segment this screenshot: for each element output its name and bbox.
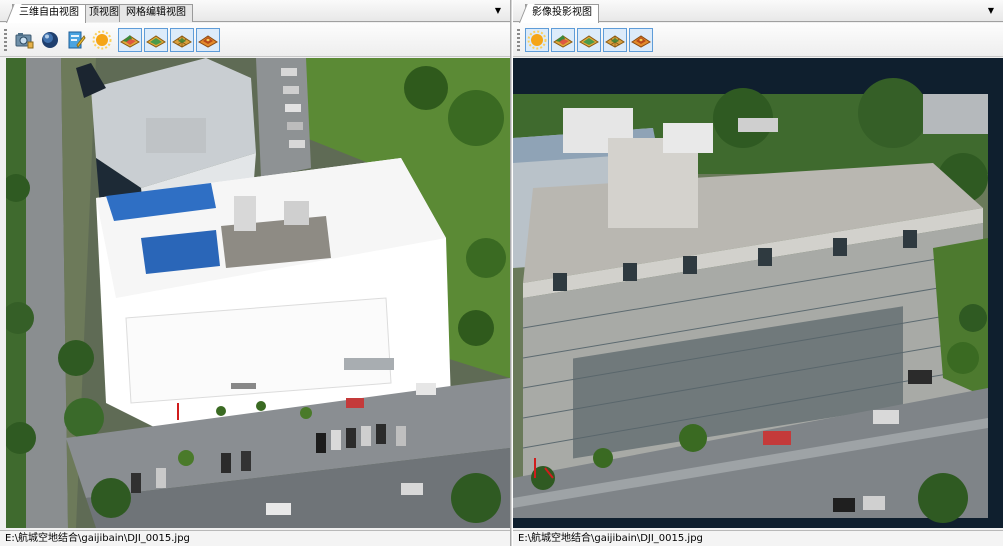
caret-down-icon[interactable]: ▼ — [985, 5, 997, 17]
tab-label: 网格编辑视图 — [126, 7, 186, 18]
3d-viewport[interactable] — [6, 58, 510, 528]
sun-light-icon[interactable] — [90, 28, 114, 52]
projection-viewport[interactable] — [513, 58, 1003, 528]
tab-mesh-edit-view[interactable]: 网格编辑视图 — [119, 4, 193, 22]
tab-3d-free-view[interactable]: 三维自由视图 — [6, 4, 86, 23]
terrain-mesh-icon[interactable] — [170, 28, 194, 52]
terrain-mesh-icon[interactable] — [603, 28, 627, 52]
edit-document-icon[interactable] — [64, 28, 88, 52]
toolbar-grip[interactable] — [517, 29, 520, 51]
3d-model-scene — [6, 58, 510, 528]
tab-label: 影像投影视图 — [532, 7, 592, 18]
toolbar-grip[interactable] — [4, 29, 7, 51]
terrain-textured-icon[interactable] — [629, 28, 653, 52]
left-tabstrip: 三维自由视图 顶视图 网格编辑视图 ▼ — [0, 0, 510, 23]
right-status-path: E:\航城空地结合\gaijibain\DJI_0015.jpg — [513, 530, 1003, 546]
right-tabstrip: 影像投影视图 ▼ — [513, 0, 1003, 23]
right-toolbar — [513, 23, 1003, 57]
globe-icon[interactable] — [38, 28, 62, 52]
tab-label: 顶视图 — [89, 7, 119, 18]
left-status-path: E:\航城空地结合\gaijibain\DJI_0015.jpg — [0, 530, 510, 546]
terrain-layer-icon[interactable] — [551, 28, 575, 52]
terrain-textured-icon[interactable] — [196, 28, 220, 52]
right-panel: 影像投影视图 ▼ E:\航城空地结合\gaijibain\DJI_0015.jp… — [513, 0, 1003, 546]
terrain-layer-icon[interactable] — [118, 28, 142, 52]
caret-down-icon[interactable]: ▼ — [492, 5, 504, 17]
tab-label: 三维自由视图 — [19, 7, 79, 18]
sun-light-icon[interactable] — [525, 28, 549, 52]
terrain-flat-icon[interactable] — [577, 28, 601, 52]
left-toolbar — [0, 23, 510, 57]
camera-photo-icon[interactable] — [12, 28, 36, 52]
tab-image-projection-view[interactable]: 影像投影视图 — [519, 4, 599, 23]
aerial-photo — [513, 58, 1003, 528]
terrain-flat-icon[interactable] — [144, 28, 168, 52]
left-panel: 三维自由视图 顶视图 网格编辑视图 ▼ E:\航城空地结合\gaijibain\… — [0, 0, 510, 546]
app-window: 三维自由视图 顶视图 网格编辑视图 ▼ E:\航城空地结合\gaijibain\… — [0, 0, 1003, 546]
